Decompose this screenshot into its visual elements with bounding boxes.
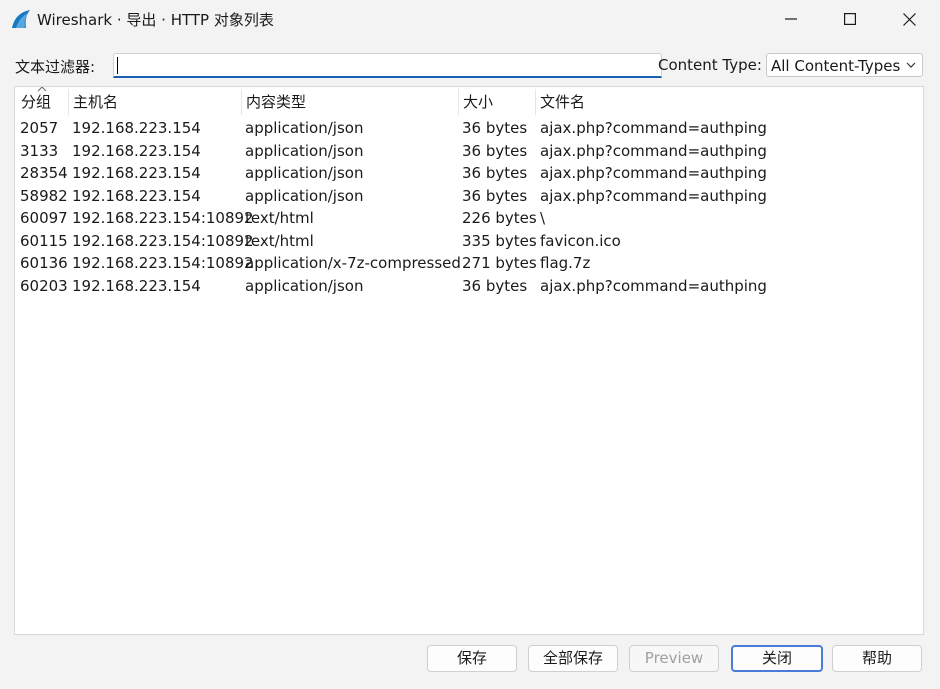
cell-content-type: text/html [245, 209, 314, 227]
close-window-button[interactable] [880, 0, 938, 38]
column-header-content-type[interactable]: 内容类型 [246, 87, 306, 117]
cell-content-type: application/json [245, 186, 364, 205]
cell-filename: favicon.ico [540, 231, 621, 250]
wireshark-fin-icon [12, 10, 30, 28]
cell-content-type: application/x-7z-compressed [245, 254, 461, 272]
table-row[interactable]: 58982 192.168.223.154 application/json 3… [15, 185, 923, 207]
cell-hostname: 192.168.223.154 [72, 119, 201, 137]
cell-filename: ajax.php?command=authping [540, 119, 767, 137]
cell-filename: ajax.php?command=authping [540, 141, 767, 160]
table-row[interactable]: 60203 192.168.223.154 application/json 3… [15, 275, 923, 297]
close-icon [902, 12, 916, 26]
content-type-value: All Content-Types [771, 57, 901, 75]
cell-packet: 60136 [20, 254, 68, 272]
cell-packet: 60097 [20, 209, 68, 227]
maximize-button[interactable] [821, 0, 879, 38]
cell-content-type: application/json [245, 119, 364, 137]
table-row[interactable]: 60097 192.168.223.154:10892 text/html 22… [15, 207, 923, 229]
window-title: Wireshark · 导出 · HTTP 对象列表 [37, 11, 274, 29]
close-button[interactable]: 关闭 [731, 645, 823, 672]
column-divider[interactable] [458, 89, 459, 115]
cell-size: 36 bytes [462, 276, 528, 295]
column-divider[interactable] [241, 89, 242, 115]
column-header-hostname[interactable]: 主机名 [73, 87, 118, 117]
cell-packet: 60115 [20, 231, 68, 250]
title-bar[interactable]: Wireshark · 导出 · HTTP 对象列表 [0, 0, 940, 38]
table-row[interactable]: 60136 192.168.223.154:10892 application/… [15, 252, 923, 274]
cell-packet: 2057 [20, 119, 59, 137]
table-row[interactable]: 2057 192.168.223.154 application/json 36… [15, 117, 923, 139]
minimize-button[interactable] [762, 0, 820, 38]
text-filter-label: 文本过滤器: [15, 58, 96, 76]
column-divider[interactable] [68, 89, 69, 115]
cell-size: 36 bytes [462, 119, 528, 137]
cell-content-type: application/json [245, 141, 364, 160]
cell-hostname: 192.168.223.154 [72, 276, 201, 295]
cell-size: 335 bytes [462, 231, 537, 250]
cell-size: 36 bytes [462, 164, 528, 182]
cell-hostname: 192.168.223.154 [72, 164, 201, 182]
maximize-icon [844, 13, 856, 25]
content-type-dropdown[interactable]: All Content-Types [766, 53, 923, 77]
cell-hostname: 192.168.223.154 [72, 186, 201, 205]
minimize-icon [785, 18, 797, 20]
cell-packet: 60203 [20, 276, 68, 295]
cell-hostname: 192.168.223.154:10892 [72, 254, 254, 272]
cell-hostname: 192.168.223.154:10892 [72, 209, 254, 227]
cell-size: 226 bytes [462, 209, 537, 227]
cell-size: 36 bytes [462, 186, 528, 205]
content-type-label: Content Type: [658, 56, 762, 74]
chevron-down-icon [906, 62, 916, 68]
cell-filename: flag.7z [540, 254, 591, 272]
sort-ascending-icon [37, 87, 47, 92]
cell-content-type: application/json [245, 164, 364, 182]
column-header-filename[interactable]: 文件名 [540, 87, 585, 117]
cell-size: 36 bytes [462, 141, 528, 160]
text-filter-input[interactable] [113, 53, 662, 78]
cell-filename: \ [540, 209, 546, 227]
cell-filename: ajax.php?command=authping [540, 276, 767, 295]
column-divider[interactable] [535, 89, 536, 115]
cell-packet: 3133 [20, 141, 59, 160]
cell-hostname: 192.168.223.154 [72, 141, 201, 160]
cell-packet: 28354 [20, 164, 68, 182]
table-row[interactable]: 28354 192.168.223.154 application/json 3… [15, 162, 923, 184]
cell-packet: 58982 [20, 186, 68, 205]
help-button[interactable]: 帮助 [832, 645, 922, 672]
cell-filename: ajax.php?command=authping [540, 186, 767, 205]
table-row[interactable]: 3133 192.168.223.154 application/json 36… [15, 140, 923, 162]
save-all-button[interactable]: 全部保存 [528, 645, 618, 672]
cell-content-type: application/json [245, 276, 364, 295]
cell-content-type: text/html [245, 231, 314, 250]
cell-size: 271 bytes [462, 254, 537, 272]
preview-button[interactable]: Preview [629, 645, 719, 672]
cell-filename: ajax.php?command=authping [540, 164, 767, 182]
text-cursor [117, 57, 118, 74]
save-button[interactable]: 保存 [427, 645, 517, 672]
cell-hostname: 192.168.223.154:10892 [72, 231, 254, 250]
http-object-table[interactable]: 分组 主机名 内容类型 大小 文件名 2057 192.168.223.154 … [14, 86, 924, 635]
table-row[interactable]: 60115 192.168.223.154:10892 text/html 33… [15, 230, 923, 252]
column-header-size[interactable]: 大小 [463, 87, 493, 117]
